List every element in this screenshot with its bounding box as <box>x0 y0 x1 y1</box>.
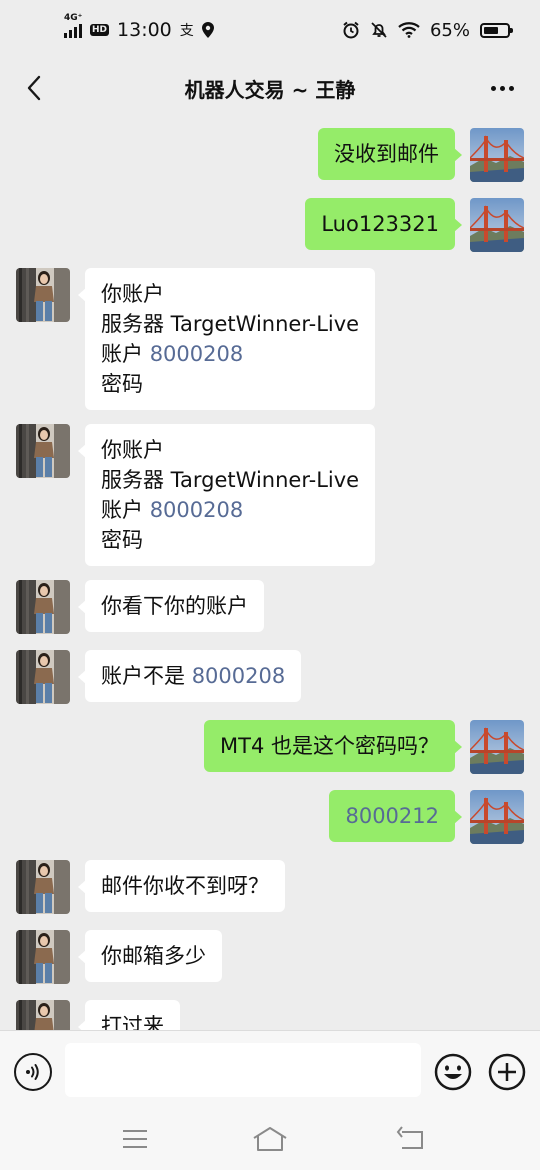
message-bubble[interactable]: 8000212 <box>329 790 462 842</box>
message-text: 你看下你的账户 <box>101 594 248 618</box>
home-button[interactable] <box>252 1124 287 1154</box>
message-bubble[interactable]: Luo123321 <box>305 198 462 250</box>
hd-badge: HD <box>90 24 110 36</box>
message-bubble[interactable]: 邮件你收不到呀？ <box>78 860 285 912</box>
message-text: 打过来 <box>101 1014 164 1030</box>
contact-avatar[interactable] <box>16 580 70 634</box>
message-bubble[interactable]: 打过来 <box>78 1000 180 1030</box>
plus-icon <box>488 1053 526 1091</box>
status-time: 13:00 <box>117 19 172 41</box>
message-text: 账户不是 8000208 <box>101 664 286 688</box>
back-button[interactable] <box>14 68 54 108</box>
message-text: 邮件你收不到呀？ <box>101 874 269 898</box>
chat-message-list[interactable]: 没收到邮件 Luo123321 你账户 服务器 TargetWinner-Live… <box>0 116 540 1030</box>
message-bubble[interactable]: 你账户服务器 TargetWinner-Live 账户 8000208 密码 <box>77 424 376 566</box>
chevron-left-icon <box>27 75 41 101</box>
location-icon <box>201 22 214 38</box>
message-text: 服务器 TargetWinner-Live <box>101 468 360 492</box>
my-avatar[interactable] <box>470 198 524 252</box>
menu-button[interactable] <box>118 1124 152 1154</box>
menu-icon <box>123 1130 147 1148</box>
message-bubble[interactable]: 你账户服务器 TargetWinner-Live 账户 8000208 密码 <box>77 268 376 410</box>
message-bubble[interactable]: MT4 也是这个密码吗？ <box>204 720 462 772</box>
message-text: 8000212 <box>345 804 439 828</box>
message-text: 密码 <box>101 528 143 552</box>
chat-title: 机器人交易 ~ 王静 <box>184 77 356 102</box>
message-text: Luo123321 <box>321 212 439 236</box>
return-icon <box>396 1126 423 1149</box>
emoji-icon <box>434 1053 472 1091</box>
message-text: 你账户 <box>101 438 164 462</box>
message-bubble[interactable]: 你看下你的账户 <box>78 580 264 632</box>
more-dots-icon <box>490 85 496 91</box>
message-bubble[interactable]: 账户不是 8000208 <box>77 650 302 702</box>
status-bar: 4G⁺ HD 13:00 支 65% <box>0 0 540 60</box>
contact-avatar[interactable] <box>16 650 70 704</box>
battery-percent: 65% <box>429 19 470 41</box>
message-bubble[interactable]: 没收到邮件 <box>318 128 462 180</box>
message-text: 没收到邮件 <box>334 142 439 166</box>
system-navigation-bar <box>0 1110 540 1170</box>
account-number-link[interactable]: 8000208 <box>150 498 244 522</box>
message-text: 服务器 TargetWinner-Live <box>101 312 360 336</box>
more-functions-button[interactable] <box>488 1053 526 1091</box>
emoji-button[interactable] <box>434 1053 472 1091</box>
contact-avatar[interactable] <box>16 1000 70 1030</box>
network-type: 4G⁺ <box>64 13 83 23</box>
message-text: 账户 8000208 <box>101 498 244 522</box>
signal-icon: 4G⁺ <box>64 13 82 38</box>
account-number-link[interactable]: 8000208 <box>150 342 244 366</box>
contact-avatar[interactable] <box>16 424 70 478</box>
my-avatar[interactable] <box>470 128 524 182</box>
message-text: 你账户 <box>101 282 164 306</box>
voice-icon <box>26 1064 39 1080</box>
return-button[interactable] <box>394 1124 428 1154</box>
more-dot <box>499 85 505 91</box>
more-options-button[interactable] <box>482 68 522 108</box>
battery-icon <box>480 22 513 38</box>
alarm-icon <box>343 21 359 39</box>
wifi-icon <box>398 22 420 38</box>
contact-avatar[interactable] <box>16 930 70 984</box>
message-text: 你邮箱多少 <box>101 944 206 968</box>
mute-icon <box>371 22 387 38</box>
message-text: MT4 也是这个密码吗？ <box>220 734 439 758</box>
message-text: 密码 <box>101 372 143 396</box>
my-avatar[interactable] <box>470 790 524 844</box>
input-bar <box>0 1030 540 1110</box>
my-avatar[interactable] <box>470 720 524 774</box>
home-icon <box>253 1127 287 1151</box>
account-number-link[interactable]: 8000208 <box>192 664 286 688</box>
message-text: 账户 8000208 <box>101 342 244 366</box>
app-notification-badge: 支 <box>179 23 194 39</box>
contact-avatar[interactable] <box>16 860 70 914</box>
message-input[interactable] <box>65 1043 421 1097</box>
message-bubble[interactable]: 你邮箱多少 <box>78 930 222 982</box>
voice-button[interactable] <box>14 1053 52 1091</box>
chat-header: 机器人交易 ~ 王静 <box>0 60 540 116</box>
more-dot <box>508 85 514 91</box>
contact-avatar[interactable] <box>16 268 70 322</box>
